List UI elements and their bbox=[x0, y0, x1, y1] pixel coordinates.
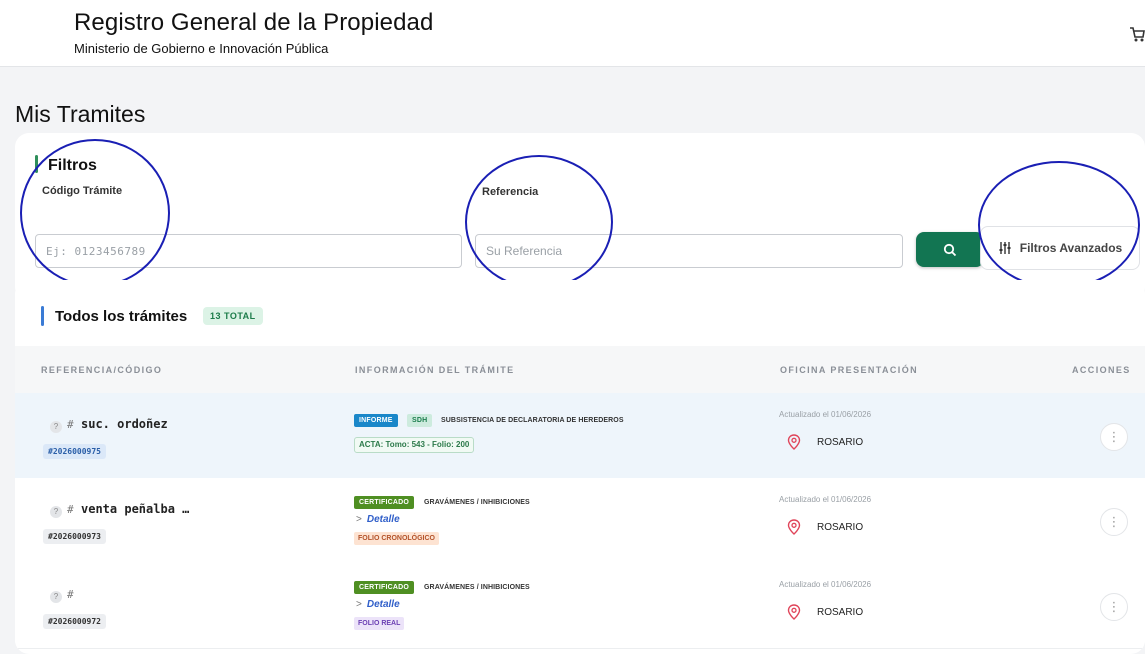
detail-link-label: Detalle bbox=[366, 599, 400, 610]
detail-link-label: Detalle bbox=[366, 514, 400, 525]
office-name: ROSARIO bbox=[817, 607, 864, 618]
reference-label: Referencia bbox=[482, 186, 539, 198]
column-header-reference: REFERENCIA/CÓDIGO bbox=[41, 365, 163, 375]
search-icon bbox=[943, 243, 957, 256]
updated-date: Actualizado el 01/06/2026 bbox=[779, 495, 872, 504]
table-header: REFERENCIA/CÓDIGO INFORMACIÓN DEL TRÁMIT… bbox=[15, 346, 1145, 393]
chevron-right-icon: > bbox=[356, 599, 362, 610]
help-icon[interactable]: ? bbox=[50, 506, 62, 518]
annotation-circle-reference bbox=[465, 155, 613, 289]
code-input[interactable] bbox=[35, 234, 462, 268]
row-actions-menu-button[interactable]: ⋮ bbox=[1100, 508, 1128, 536]
list-accent-bar bbox=[41, 306, 44, 326]
table-row[interactable]: ? # venta peñalba … #2026000973 CERTIFIC… bbox=[15, 478, 1145, 564]
row-reference: suc. ordoñez bbox=[81, 417, 168, 431]
search-button[interactable] bbox=[916, 232, 984, 267]
chevron-right-icon: > bbox=[356, 514, 362, 525]
help-icon[interactable]: ? bbox=[50, 421, 62, 433]
app-subtitle: Ministerio de Gobierno e Innovación Públ… bbox=[74, 41, 329, 56]
detail-link[interactable]: > Detalle bbox=[356, 599, 400, 610]
hash-symbol: # bbox=[67, 503, 74, 516]
folio-badge: FOLIO REAL bbox=[354, 617, 405, 630]
row-actions-menu-button[interactable]: ⋮ bbox=[1100, 593, 1128, 621]
app-header: Registro General de la Propiedad Ministe… bbox=[0, 0, 1145, 67]
procedure-type: GRAVÁMENES / INHIBICIONES bbox=[424, 499, 530, 506]
advanced-filters-button[interactable]: Filtros Avanzados bbox=[980, 226, 1140, 270]
type-badge-certificado: CERTIFICADO bbox=[354, 581, 415, 594]
row-code: #2026000972 bbox=[43, 614, 106, 629]
advanced-filters-label: Filtros Avanzados bbox=[1019, 241, 1123, 255]
row-code: #2026000975 bbox=[43, 444, 106, 459]
location-pin-icon bbox=[787, 604, 801, 620]
procedures-list-card: Todos los trámites 13 TOTAL REFERENCIA/C… bbox=[15, 280, 1145, 654]
page-title: Mis Tramites bbox=[15, 101, 146, 127]
updated-date: Actualizado el 01/06/2026 bbox=[779, 580, 872, 589]
code-label: Código Trámite bbox=[42, 185, 123, 197]
column-header-office: OFICINA PRESENTACIÓN bbox=[780, 365, 919, 375]
acta-badge: ACTA: Tomo: 543 - Folio: 200 bbox=[354, 437, 475, 453]
office-name: ROSARIO bbox=[817, 437, 864, 448]
filters-title: Filtros bbox=[48, 157, 97, 174]
reference-input[interactable] bbox=[475, 234, 903, 268]
total-badge: 13 TOTAL bbox=[203, 307, 263, 325]
hash-symbol: # bbox=[67, 588, 74, 601]
table-row[interactable]: ? # suc. ordoñez #2026000975 INFORME SDH… bbox=[15, 393, 1145, 479]
filters-accent-bar bbox=[35, 155, 38, 173]
help-icon[interactable]: ? bbox=[50, 591, 62, 603]
column-header-info: INFORMACIÓN DEL TRÁMITE bbox=[355, 365, 515, 375]
location-pin-icon bbox=[787, 434, 801, 450]
app-title: Registro General de la Propiedad bbox=[74, 9, 434, 36]
table-row[interactable]: ? # #2026000972 CERTIFICADO GRAVÁMENES /… bbox=[15, 563, 1145, 649]
procedure-type: SUBSISTENCIA DE DECLARATORIA DE HEREDERO… bbox=[441, 417, 624, 424]
list-title: Todos los trámites bbox=[55, 308, 188, 325]
folio-badge: FOLIO CRONOLÓGICO bbox=[354, 532, 439, 545]
updated-date: Actualizado el 01/06/2026 bbox=[779, 410, 872, 419]
row-actions-menu-button[interactable]: ⋮ bbox=[1100, 423, 1128, 451]
type-badge-informe: INFORME bbox=[354, 414, 398, 427]
type-badge-certificado: CERTIFICADO bbox=[354, 496, 415, 509]
procedure-type: GRAVÁMENES / INHIBICIONES bbox=[424, 584, 530, 591]
column-header-actions: ACCIONES bbox=[1072, 365, 1131, 375]
detail-link[interactable]: > Detalle bbox=[356, 514, 400, 525]
row-code: #2026000973 bbox=[43, 529, 106, 544]
subtype-badge: SDH bbox=[407, 414, 433, 427]
sliders-icon bbox=[999, 242, 1011, 254]
office-name: ROSARIO bbox=[817, 522, 864, 533]
hash-symbol: # bbox=[67, 418, 74, 431]
row-reference: venta peñalba … bbox=[81, 502, 190, 516]
cart-icon[interactable] bbox=[1129, 22, 1145, 46]
filters-card: Filtros Código Trámite Referencia Filtro… bbox=[15, 133, 1145, 301]
location-pin-icon bbox=[787, 519, 801, 535]
